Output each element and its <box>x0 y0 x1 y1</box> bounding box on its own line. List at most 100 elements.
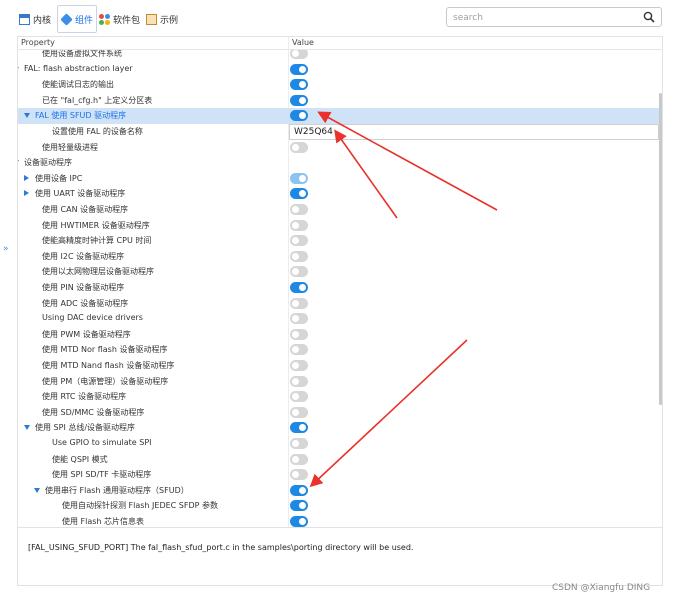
row-label: 使用 HWTIMER 设备驱动程序 <box>42 220 150 230</box>
tab-package[interactable]: 软件包 <box>99 10 140 28</box>
table-row[interactable]: 使用 MTD Nor flash 设备驱动程序 <box>18 342 662 358</box>
row-label: 使用 Flash 芯片信息表 <box>62 517 145 526</box>
toggle-switch[interactable] <box>290 391 308 403</box>
table-row[interactable]: Using DAC device drivers <box>18 311 662 327</box>
property-rows: 使用设备虚拟文件系统 FAL: flash abstraction layer 使能… <box>18 50 662 527</box>
toggle-switch[interactable] <box>290 360 308 371</box>
row-label: Using DAC device drivers <box>42 313 143 323</box>
expand-side-panel-icon[interactable]: » <box>3 244 9 254</box>
table-row[interactable]: 使用 HWTIMER 设备驱动程序 <box>18 218 662 234</box>
row-label: 使能 QSPI 模式 <box>52 454 108 464</box>
toggle-switch[interactable] <box>290 282 308 293</box>
component-icon <box>60 12 73 26</box>
toggle-switch[interactable] <box>290 63 308 75</box>
table-row[interactable]: 使用 CAN 设备驱动程序 <box>18 202 662 218</box>
property-panel: Property Value 使用设备虚拟文件系统 FAL: flash abst… <box>17 36 663 586</box>
toggle-switch[interactable] <box>290 438 308 449</box>
table-row[interactable]: Use GPIO to simulate SPI <box>18 436 662 452</box>
device-name-field[interactable]: W25Q64 <box>289 124 659 140</box>
toggle-switch[interactable] <box>290 344 308 356</box>
table-row[interactable]: 使用 PIN 设备驱动程序 <box>18 280 662 296</box>
toggle-switch[interactable] <box>290 422 308 434</box>
toggle-switch[interactable] <box>290 79 308 91</box>
table-row[interactable]: 使用 SPI SD/TF 卡驱动程序 <box>18 467 662 483</box>
toggle-switch[interactable] <box>290 188 308 200</box>
watermark: CSDN @Xiangfu DING <box>552 583 651 593</box>
toggle-switch[interactable] <box>290 375 308 387</box>
toggle-switch[interactable] <box>290 453 308 465</box>
toggle-switch[interactable] <box>290 406 308 418</box>
table-row[interactable]: 使用 SPI 总线/设备驱动程序 <box>18 420 662 436</box>
table-row[interactable]: 使用 SD/MMC 设备驱动程序 <box>18 405 662 421</box>
toggle-switch[interactable] <box>290 250 308 262</box>
toolbar: 内核 组件 软件包 示例 <box>0 0 680 36</box>
toggle-switch[interactable] <box>290 469 308 481</box>
table-row[interactable]: 使用轻量级进程 <box>18 140 662 156</box>
expand-right-icon[interactable] <box>24 174 29 181</box>
toggle-switch[interactable] <box>290 484 308 496</box>
toggle-switch[interactable] <box>290 328 308 340</box>
toggle-switch[interactable] <box>290 500 308 512</box>
table-row[interactable]: 已在 "fal_cfg.h" 上定义分区表 <box>18 93 662 109</box>
tab-package-label: 软件包 <box>113 15 141 26</box>
table-row[interactable]: 使用 Flash 芯片信息表 <box>18 514 662 527</box>
search-input[interactable] <box>453 10 633 25</box>
row-label: 使用 UART 设备驱动程序 <box>35 189 126 199</box>
toggle-switch[interactable] <box>290 110 308 122</box>
table-row[interactable]: 使能高精度时钟计算 CPU 时间 <box>18 233 662 249</box>
toggle-switch[interactable] <box>290 219 308 231</box>
table-row[interactable]: 设备驱动程序 <box>18 155 662 171</box>
table-row[interactable]: 使用 UART 设备驱动程序 <box>18 186 662 202</box>
table-row[interactable]: FAL: flash abstraction layer <box>18 62 662 78</box>
scrollbar[interactable] <box>659 93 662 405</box>
table-row[interactable]: 使用设备虚拟文件系统 <box>18 50 662 62</box>
table-row[interactable]: 使用自动探针探测 Flash JEDEC SFDP 参数 <box>18 498 662 514</box>
tab-component[interactable]: 组件 <box>56 5 98 33</box>
table-row[interactable]: 使用 I2C 设备驱动程序 <box>18 249 662 265</box>
search-icon[interactable] <box>643 11 655 23</box>
toggle-switch[interactable] <box>290 50 308 59</box>
table-row[interactable]: 使用 ADC 设备驱动程序 <box>18 296 662 312</box>
row-label: 使用串行 Flash 通用驱动程序（SFUD） <box>45 485 189 495</box>
toggle-switch[interactable] <box>290 266 308 278</box>
table-row[interactable]: 使能调试日志的输出 <box>18 77 662 93</box>
row-label: 使用以太网物理层设备驱动程序 <box>42 267 154 277</box>
package-icon <box>99 13 110 25</box>
search-box <box>446 7 662 27</box>
tab-example[interactable]: 示例 <box>146 10 178 28</box>
expand-down-icon[interactable] <box>24 113 30 119</box>
row-label: 使能高精度时钟计算 CPU 时间 <box>42 236 152 246</box>
toggle-switch[interactable] <box>290 297 308 309</box>
expand-down-icon[interactable] <box>34 487 40 493</box>
row-label: 使用 SPI 总线/设备驱动程序 <box>35 423 136 433</box>
expand-down-icon[interactable] <box>18 66 19 72</box>
table-row[interactable]: 使用以太网物理层设备驱动程序 <box>18 264 662 280</box>
kernel-icon <box>19 13 30 25</box>
row-label: 使用 MTD Nor flash 设备驱动程序 <box>42 345 168 355</box>
expand-down-icon[interactable] <box>24 425 30 431</box>
table-row[interactable]: 使用 RTC 设备驱动程序 <box>18 389 662 405</box>
toggle-switch[interactable] <box>290 313 308 325</box>
toggle-switch[interactable] <box>290 172 308 184</box>
table-row[interactable]: 使用 PWM 设备驱动程序 <box>18 327 662 343</box>
device-name-value: W25Q64 <box>294 127 333 137</box>
table-row[interactable]: FAL 使用 SFUD 驱动程序 <box>18 108 662 124</box>
row-label: 已在 "fal_cfg.h" 上定义分区表 <box>42 95 153 105</box>
toggle-switch[interactable] <box>290 141 308 153</box>
table-row[interactable]: 使用串行 Flash 通用驱动程序（SFUD） <box>18 483 662 499</box>
toggle-switch[interactable] <box>290 204 308 215</box>
table-row[interactable]: 使用设备 IPC <box>18 171 662 187</box>
row-label: Use GPIO to simulate SPI <box>52 438 152 447</box>
table-row[interactable]: 使用 PM（电源管理）设备驱动程序 <box>18 374 662 390</box>
tab-kernel[interactable]: 内核 <box>19 10 51 28</box>
row-label: 使用 PWM 设备驱动程序 <box>42 329 131 339</box>
expand-down-icon[interactable] <box>18 160 19 166</box>
description-text: [FAL_USING_SFUD_PORT] The fal_flash_sfud… <box>28 543 414 552</box>
toggle-switch[interactable] <box>290 235 308 247</box>
table-row[interactable]: 设置使用 FAL 的设备名称 W25Q64 <box>18 124 662 140</box>
expand-right-icon[interactable] <box>24 190 29 197</box>
toggle-switch[interactable] <box>290 94 308 106</box>
table-row[interactable]: 使用 MTD Nand flash 设备驱动程序 <box>18 358 662 374</box>
toggle-switch[interactable] <box>290 516 308 527</box>
table-row[interactable]: 使能 QSPI 模式 <box>18 452 662 468</box>
